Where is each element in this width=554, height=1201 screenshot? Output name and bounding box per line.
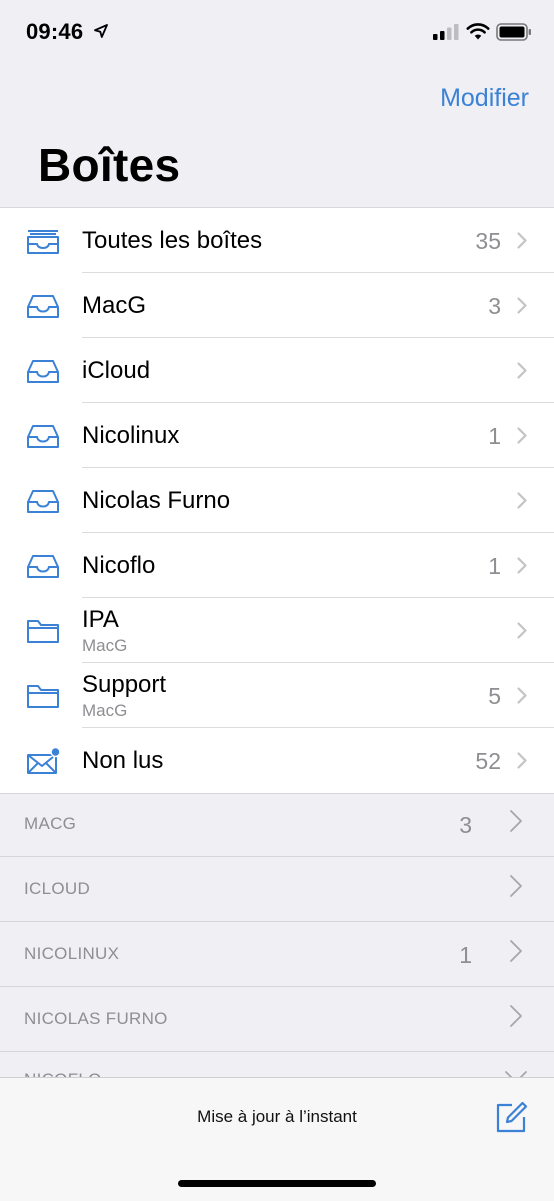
mailbox-name: Nicolinux (82, 422, 180, 449)
chevron-right-icon (517, 297, 527, 314)
mailbox-name: MacG (82, 292, 147, 319)
compose-icon[interactable] (494, 1100, 528, 1134)
mailbox-row-ipa[interactable]: IPA MacG (0, 598, 554, 663)
account-label: ICLOUD (24, 879, 91, 898)
inbox-icon (27, 555, 59, 578)
edit-button[interactable]: Modifier (440, 84, 529, 113)
mailbox-count: 1 (488, 553, 501, 579)
chevron-right-icon (510, 875, 522, 897)
mailbox-count: 35 (475, 228, 501, 254)
mailbox-account-subtitle: MacG (82, 701, 128, 720)
home-indicator[interactable] (178, 1180, 376, 1187)
mailbox-row-icloud[interactable]: iCloud (0, 338, 554, 403)
update-status: Mise à jour à l’instant (197, 1107, 357, 1126)
account-label: NICOLINUX (24, 944, 120, 963)
mailbox-count: 1 (488, 423, 501, 449)
chevron-right-icon (517, 557, 527, 574)
chevron-right-icon (517, 362, 527, 379)
mailbox-row-macg[interactable]: MacG 3 (0, 273, 554, 338)
mailbox-count: 52 (475, 748, 501, 774)
chevron-right-icon (517, 622, 527, 639)
bottom-toolbar: Mise à jour à l’instant (0, 1077, 554, 1201)
account-label: MACG (24, 814, 77, 833)
mailbox-count: 3 (488, 293, 501, 319)
chevron-right-icon (517, 687, 527, 704)
account-count: 1 (459, 942, 472, 968)
status-bar: 09:46 (0, 0, 554, 68)
mailbox-name: Support (82, 671, 167, 698)
clock: 09:46 (26, 19, 84, 44)
battery-icon (496, 23, 531, 41)
mailbox-count: 5 (488, 683, 501, 709)
chevron-right-icon (517, 492, 527, 509)
location-arrow-icon (94, 24, 108, 38)
account-count: 3 (459, 812, 472, 838)
chevron-right-icon (517, 232, 527, 249)
account-section-icloud[interactable]: ICLOUD (0, 857, 554, 922)
mailbox-name: Non lus (82, 747, 164, 774)
wifi-icon (466, 23, 490, 40)
mailbox-name: iCloud (82, 357, 151, 384)
mailbox-row-nicolinux[interactable]: Nicolinux 1 (0, 403, 554, 468)
folder-icon (27, 685, 59, 708)
chevron-right-icon (510, 940, 522, 962)
account-section-macg[interactable]: MACG 3 (0, 792, 554, 857)
account-section-nicolinux[interactable]: NICOLINUX 1 (0, 922, 554, 987)
account-sections: MACG 3 ICLOUD NICOLINUX 1 NICOLAS FURNO … (0, 792, 554, 1117)
inbox-icon (27, 295, 59, 318)
chevron-right-icon (517, 427, 527, 444)
inbox-icon (27, 425, 59, 448)
cellular-signal-icon (433, 24, 459, 40)
mailbox-list: Toutes les boîtes 35 MacG 3 iCloud Nicol… (0, 207, 554, 794)
all-inboxes-icon (27, 230, 59, 254)
account-label: NICOLAS FURNO (24, 1009, 168, 1028)
mailbox-row-unread[interactable]: Non lus 52 (0, 728, 554, 793)
account-section-nicolas-furno[interactable]: NICOLAS FURNO (0, 987, 554, 1052)
mailbox-row-support[interactable]: Support MacG 5 (0, 663, 554, 728)
mailbox-row-all-inboxes[interactable]: Toutes les boîtes 35 (0, 208, 554, 273)
chevron-right-icon (517, 752, 527, 769)
page-title: Boîtes (38, 139, 181, 191)
chevron-right-icon (510, 810, 522, 832)
mailbox-name: Toutes les boîtes (82, 227, 263, 254)
inbox-icon (27, 360, 59, 383)
folder-icon (27, 620, 59, 643)
mailbox-name: Nicolas Furno (82, 487, 231, 514)
mailbox-name: Nicoflo (82, 552, 156, 579)
mailbox-account-subtitle: MacG (82, 636, 128, 655)
mailbox-row-nicoflo[interactable]: Nicoflo 1 (0, 533, 554, 598)
chevron-right-icon (510, 1005, 522, 1027)
mailbox-row-nicolas-furno[interactable]: Nicolas Furno (0, 468, 554, 533)
mailbox-name: IPA (82, 606, 119, 633)
unread-envelope-icon (27, 747, 60, 774)
inbox-icon (27, 490, 59, 513)
